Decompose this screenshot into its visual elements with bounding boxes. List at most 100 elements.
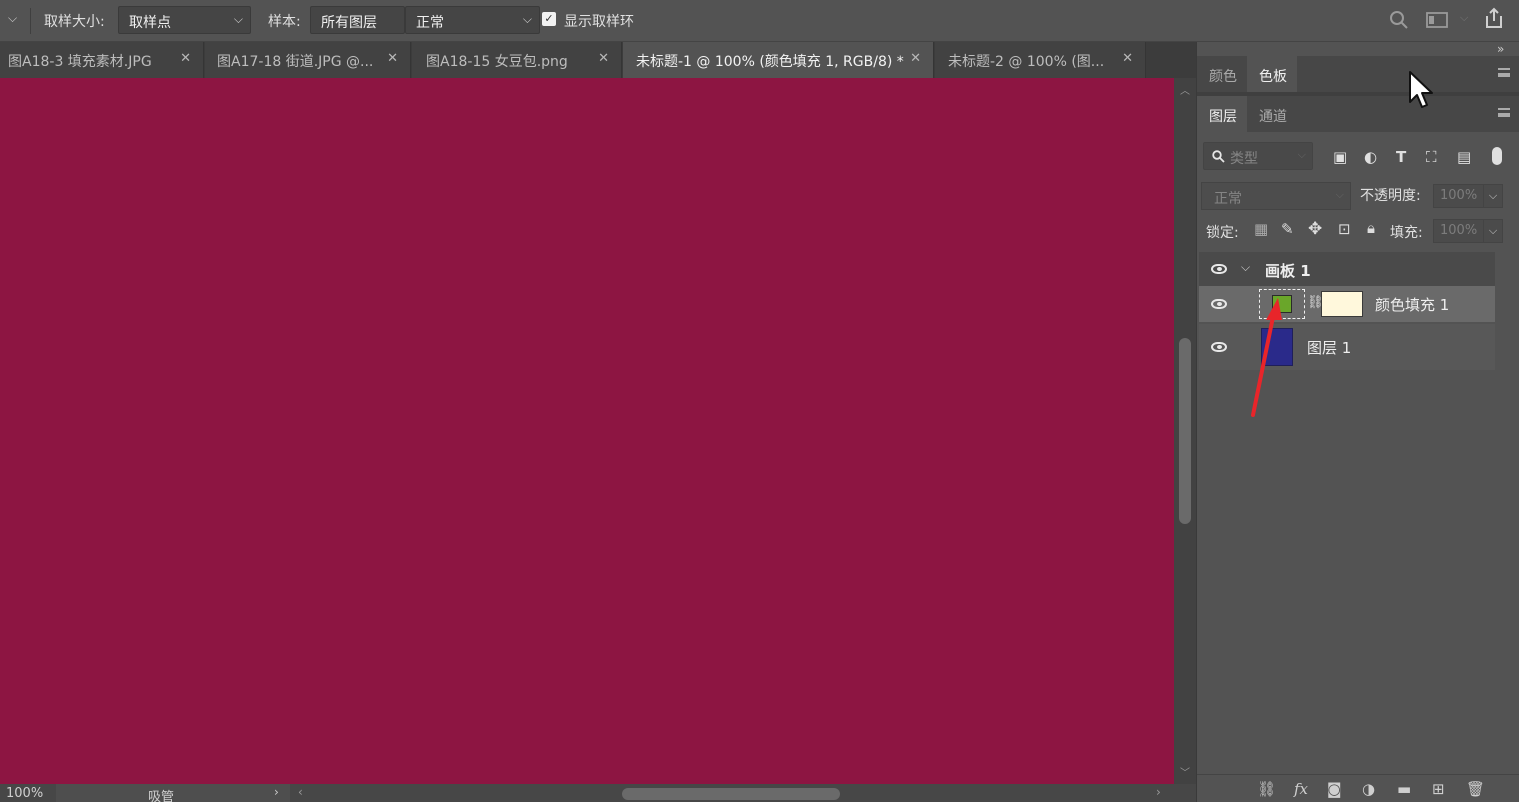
lock-position-icon[interactable]: ✥ [1308, 219, 1322, 239]
fill-dropdown-button[interactable]: ⌵ [1483, 219, 1503, 243]
tab-label: 未标题-2 @ 100% (图... [948, 54, 1105, 70]
status-info-field[interactable]: 吸管 › [56, 784, 290, 802]
fill-input[interactable]: 100% [1433, 219, 1487, 243]
filter-toggle-icon[interactable] [1492, 147, 1502, 165]
scroll-up-icon[interactable]: ︿ [1180, 82, 1190, 97]
fill-value: 100% [1440, 223, 1478, 238]
opacity-dropdown-button[interactable]: ⌵ [1483, 184, 1503, 208]
smart-object-filter-icon[interactable]: ▤ [1457, 148, 1471, 166]
blend-mode-value: 正常 [1214, 191, 1242, 207]
tab-channels[interactable]: 通道 [1247, 96, 1297, 132]
tab-swatches[interactable]: 色板 [1247, 56, 1297, 92]
layer-mask-thumbnail[interactable] [1321, 291, 1363, 317]
blend-dropdown[interactable]: 正常 ⌵ [405, 6, 540, 34]
sample-size-label: 取样大小: [44, 14, 105, 30]
lock-label: 锁定: [1206, 225, 1239, 241]
horizontal-scroll-thumb[interactable] [622, 788, 840, 800]
opacity-label: 不透明度: [1360, 188, 1421, 204]
tab-label: 图A18-3 填充素材.JPG [8, 54, 152, 70]
layer-row-artboard[interactable]: ⌵ 画板 1 [1199, 252, 1495, 286]
chevron-down-icon[interactable]: ⌵ [1460, 11, 1468, 25]
close-icon[interactable]: ✕ [180, 51, 191, 66]
panel-menu-icon[interactable] [1498, 68, 1510, 77]
tab-document-3[interactable]: 图A18-15 女豆包.png ✕ [412, 42, 622, 78]
close-icon[interactable]: ✕ [910, 51, 921, 66]
search-icon[interactable] [1389, 10, 1409, 30]
tab-label: 通道 [1259, 109, 1287, 125]
visibility-eye-icon[interactable] [1211, 342, 1227, 352]
scroll-left-icon[interactable]: ‹ [298, 785, 303, 799]
chevron-down-icon[interactable]: ⌵ [1241, 260, 1250, 275]
sample-value: 所有图层 [321, 15, 377, 31]
panel-menu-icon[interactable] [1498, 108, 1510, 117]
pixel-filter-icon[interactable]: ▣ [1333, 148, 1347, 166]
lock-transparency-icon[interactable]: ▦ [1254, 220, 1268, 238]
new-layer-icon[interactable]: ⊞ [1432, 780, 1445, 798]
sample-size-value: 取样点 [129, 15, 171, 31]
tab-label: 图A17-18 街道.JPG @... [217, 54, 374, 70]
close-icon[interactable]: ✕ [387, 51, 398, 66]
visibility-eye-icon[interactable] [1211, 299, 1227, 309]
document-canvas[interactable] [0, 78, 1174, 784]
vertical-scrollbar[interactable]: ︿ ﹀ [1174, 78, 1196, 784]
show-ring-checkbox[interactable]: ✓ [542, 12, 556, 26]
trash-icon[interactable]: 🗑︎ [1466, 780, 1485, 798]
chevron-down-icon: ⌵ [233, 12, 243, 26]
chevron-down-icon: ⌵ [1297, 148, 1306, 161]
shape-filter-icon[interactable]: ⛶ [1426, 148, 1437, 166]
share-icon[interactable] [1483, 7, 1505, 29]
lock-all-icon[interactable]: 🔒︎ [1367, 219, 1375, 237]
tab-color[interactable]: 颜色 [1197, 56, 1247, 92]
fx-icon[interactable]: fx [1294, 780, 1308, 798]
opacity-input[interactable]: 100% [1433, 184, 1487, 208]
status-tool-name: 吸管 [148, 790, 175, 802]
sample-dropdown[interactable]: 所有图层 [310, 6, 405, 34]
tab-label: 图A18-15 女豆包.png [426, 54, 568, 70]
close-icon[interactable]: ✕ [598, 51, 609, 66]
lock-paint-icon[interactable]: ✎ [1281, 220, 1294, 238]
tab-label: 颜色 [1209, 69, 1237, 85]
adjustment-filter-icon[interactable]: ◐ [1364, 148, 1377, 166]
collapse-panels-icon[interactable]: » [1497, 42, 1504, 56]
tab-document-1[interactable]: 图A18-3 填充素材.JPG ✕ [0, 42, 204, 78]
color-panel-tabs: 颜色 色板 [1197, 56, 1519, 92]
tab-document-4[interactable]: 未标题-1 @ 100% (颜色填充 1, RGB/8) * ✕ [623, 42, 934, 78]
layer-name: 颜色填充 1 [1375, 296, 1450, 314]
tab-label: 未标题-1 @ 100% (颜色填充 1, RGB/8) * [636, 54, 904, 70]
workspace-icon[interactable] [1426, 11, 1448, 29]
scroll-right-icon[interactable]: › [1156, 785, 1161, 799]
chevron-right-icon[interactable]: › [274, 785, 279, 799]
adjustment-layer-icon[interactable]: ◑ [1362, 780, 1375, 798]
options-bar: ⌵ 取样大小: 取样点 ⌵ 样本: 所有图层 正常 ⌵ ✓ 显示取样环 ⌵ [0, 0, 1519, 42]
blend-value: 正常 [416, 15, 444, 31]
sample-size-dropdown[interactable]: 取样点 ⌵ [118, 6, 251, 34]
vertical-scroll-thumb[interactable] [1179, 338, 1191, 524]
status-bar: 100% 吸管 › ‹ › [0, 784, 1196, 802]
fill-label: 填充: [1390, 225, 1423, 241]
visibility-eye-icon[interactable] [1211, 264, 1227, 274]
layer-filter-dropdown[interactable]: 类型 ⌵ [1203, 142, 1313, 170]
new-group-icon[interactable]: ▬ [1397, 780, 1411, 798]
tab-document-5[interactable]: 未标题-2 @ 100% (图... ✕ [935, 42, 1146, 78]
tab-document-2[interactable]: 图A17-18 街道.JPG @... ✕ [205, 42, 411, 78]
chevron-down-icon: ⌵ [1335, 188, 1344, 201]
document-tabs: 图A18-3 填充素材.JPG ✕ 图A17-18 街道.JPG @... ✕ … [0, 42, 1196, 78]
close-icon[interactable]: ✕ [1122, 51, 1133, 66]
add-mask-icon[interactable]: ◙ [1327, 780, 1342, 798]
divider [1197, 774, 1519, 775]
show-ring-label: 显示取样环 [564, 14, 634, 30]
red-arrow-annotation [1251, 298, 1282, 417]
blend-mode-dropdown[interactable]: 正常 ⌵ [1201, 182, 1351, 210]
lock-artboard-icon[interactable]: ⊡ [1338, 220, 1351, 238]
tab-label: 色板 [1259, 69, 1287, 85]
scroll-down-icon[interactable]: ﹀ [1180, 764, 1190, 779]
filter-type-value: 类型 [1230, 151, 1258, 167]
search-icon [1212, 150, 1225, 163]
type-filter-icon[interactable]: T [1396, 148, 1406, 166]
tab-layers[interactable]: 图层 [1197, 96, 1247, 132]
layer-name: 图层 1 [1307, 339, 1352, 357]
link-layers-icon[interactable]: ⛓ [1257, 780, 1276, 798]
layer-name: 画板 1 [1265, 262, 1311, 280]
tool-preset-chevron-icon[interactable]: ⌵ [8, 11, 17, 26]
zoom-level[interactable]: 100% [6, 786, 43, 801]
